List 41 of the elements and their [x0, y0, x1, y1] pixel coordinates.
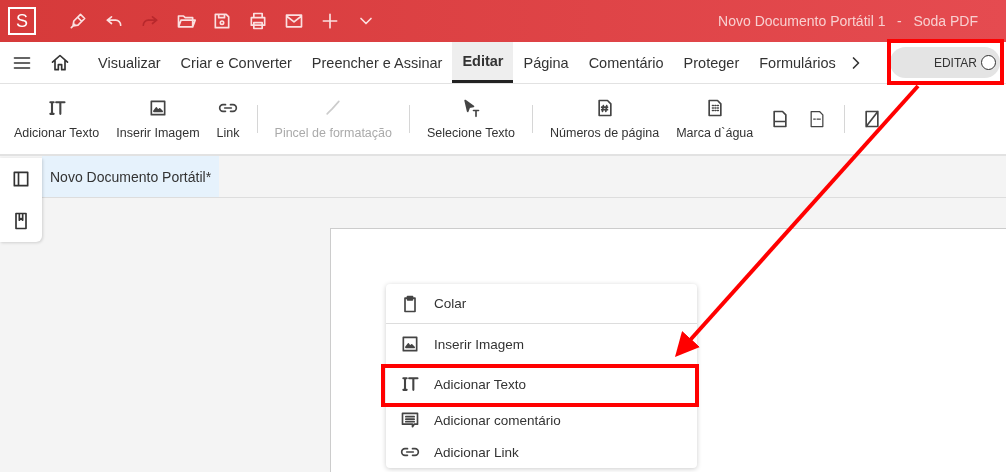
- save-button[interactable]: [212, 11, 232, 31]
- toolbar-button[interactable]: Selecione Texto: [427, 98, 515, 140]
- mail-button[interactable]: [284, 11, 304, 31]
- image-icon: [400, 334, 420, 354]
- toolbar-button[interactable]: Inserir Imagem: [116, 98, 200, 140]
- print-icon: [248, 11, 268, 31]
- menu-item[interactable]: Adicionar Link: [386, 436, 697, 468]
- toolbar-button[interactable]: Números de página: [550, 98, 660, 140]
- toolbar-button[interactable]: Link: [216, 98, 240, 140]
- comment-icon: [400, 410, 420, 430]
- menu-item[interactable]: Colar: [386, 284, 697, 324]
- home-icon: [50, 52, 70, 73]
- window-title: Novo Documento Portátil 1 - Soda PDF: [718, 13, 979, 29]
- ribbon-tab[interactable]: Página: [513, 42, 579, 83]
- ribbon-tab[interactable]: Editar: [452, 42, 514, 83]
- ribbon-tab[interactable]: Formulários: [749, 42, 846, 83]
- pen-icon: [68, 11, 88, 31]
- app-logo[interactable]: S: [8, 7, 36, 35]
- save-icon: [212, 11, 232, 31]
- cursor-icon: [461, 98, 481, 118]
- panel-button[interactable]: [11, 169, 31, 189]
- pen-button[interactable]: [68, 11, 88, 31]
- mail-icon: [284, 11, 304, 31]
- menu-item[interactable]: Adicionar Texto: [386, 364, 697, 404]
- print-button[interactable]: [248, 11, 268, 31]
- ribbon-tab[interactable]: Comentário: [578, 42, 674, 83]
- text-cursor-icon: [400, 374, 420, 394]
- ribbon-tab[interactable]: Preencher e Assinar: [301, 42, 453, 83]
- edit-toggle[interactable]: EDITAR: [889, 47, 1000, 78]
- plus-icon: [320, 11, 340, 31]
- panel-icon: [11, 169, 31, 189]
- menu-item[interactable]: Adicionar comentário: [386, 404, 697, 436]
- toolbar-button[interactable]: Adicionar Texto: [14, 98, 100, 140]
- toolbar-button[interactable]: Marca d`água: [676, 98, 754, 140]
- ribbon-tab[interactable]: Proteger: [673, 42, 750, 83]
- ribbon-tab[interactable]: Visualizar: [88, 42, 171, 83]
- menu-item[interactable]: Inserir Imagem: [386, 324, 697, 364]
- ribbon-tab[interactable]: Criar e Converter: [170, 42, 302, 83]
- text-cursor-icon: [46, 98, 67, 118]
- plus-button[interactable]: [320, 11, 340, 31]
- document-tab[interactable]: Novo Documento Portátil*: [42, 156, 220, 197]
